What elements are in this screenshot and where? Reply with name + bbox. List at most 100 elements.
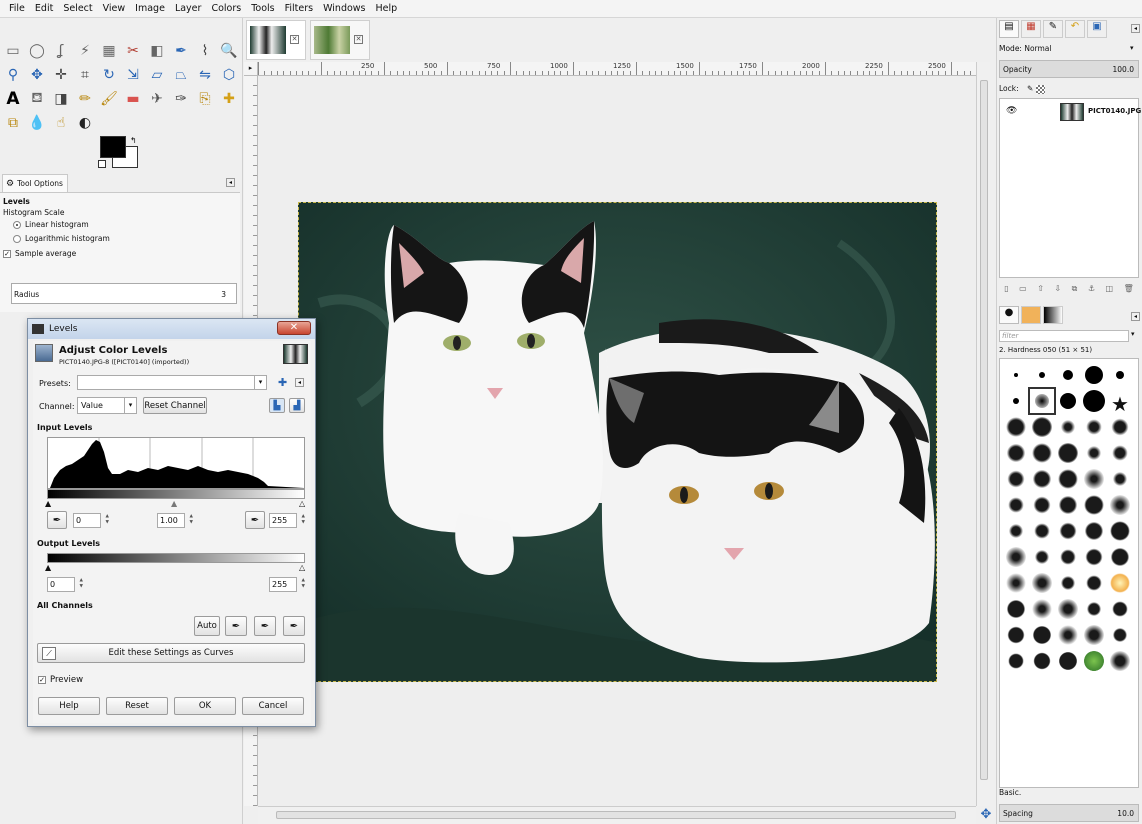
pick-gray-icon[interactable]: ✒ — [254, 616, 276, 636]
brush-item[interactable] — [1056, 493, 1080, 517]
white-point-picker-icon[interactable]: ✒ — [245, 511, 265, 529]
pick-white-icon[interactable]: ✒ — [283, 616, 305, 636]
brush-item[interactable] — [1004, 415, 1028, 439]
pick-black-icon[interactable]: ✒ — [225, 616, 247, 636]
brush-item[interactable] — [1030, 597, 1054, 621]
scrollbar-thumb[interactable] — [980, 80, 988, 780]
dropdown-arrow-icon[interactable]: ▾ — [254, 376, 266, 389]
presets-menu-icon[interactable]: ◂ — [295, 378, 304, 387]
lower-layer-icon[interactable]: ⇩ — [1054, 284, 1061, 298]
brush-item[interactable] — [1030, 493, 1054, 517]
menu-view[interactable]: View — [98, 0, 131, 18]
brush-item[interactable] — [1004, 389, 1028, 413]
input-low-spin[interactable]: 0 — [73, 513, 109, 528]
shear-icon[interactable]: ▱ — [146, 64, 168, 86]
fg-bg-colors[interactable]: ↰ — [98, 136, 142, 170]
brush-item[interactable] — [1004, 571, 1028, 595]
scissors-icon[interactable]: ✂ — [122, 40, 144, 62]
preview-checkbox[interactable]: ✓ — [38, 675, 46, 684]
scale-icon[interactable]: ⇲ — [122, 64, 144, 86]
brush-item[interactable] — [1030, 545, 1054, 569]
filter-dropdown-icon[interactable]: ▾ — [1131, 330, 1135, 338]
opacity-slider[interactable]: Opacity 100.0 — [999, 60, 1139, 78]
input-high-spin[interactable]: 255 — [269, 513, 305, 528]
brush-item[interactable] — [1056, 623, 1080, 647]
lock-pixels-icon[interactable]: ✎ — [1027, 84, 1033, 93]
brush-item[interactable] — [1004, 597, 1028, 621]
duplicate-layer-icon[interactable]: ⧉ — [1072, 284, 1078, 298]
cancel-button[interactable]: Cancel — [242, 697, 304, 715]
brush-item[interactable] — [1082, 441, 1106, 465]
channels-tab-icon[interactable]: ▦ — [1021, 20, 1041, 38]
perspective-clone-icon[interactable]: ⧉ — [2, 112, 24, 134]
brush-item[interactable] — [1082, 389, 1106, 413]
measure-icon[interactable]: ⚲ — [2, 64, 24, 86]
high-output-handle[interactable]: △ — [299, 563, 305, 572]
smudge-icon[interactable]: ☝ — [50, 112, 72, 134]
linear-radio[interactable] — [13, 221, 21, 229]
mask-layer-icon[interactable]: ◫ — [1106, 284, 1114, 298]
output-low-spin[interactable]: 0 — [47, 577, 83, 592]
brush-item[interactable] — [1082, 519, 1106, 543]
brush-item[interactable] — [1056, 363, 1080, 387]
brushes-tab-icon[interactable]: ● — [999, 306, 1019, 324]
spacing-slider[interactable]: Spacing 10.0 — [999, 804, 1139, 822]
brush-item[interactable] — [1108, 519, 1132, 543]
auto-button[interactable]: Auto — [194, 616, 220, 636]
brush-item[interactable] — [1108, 623, 1132, 647]
brush-item[interactable] — [1030, 415, 1054, 439]
brush-item[interactable] — [1082, 363, 1106, 387]
visibility-eye-icon[interactable]: 👁 — [1006, 106, 1017, 116]
crop-icon[interactable]: ⌗ — [74, 64, 96, 86]
ink-icon[interactable]: ✑ — [170, 88, 192, 110]
brush-filter-input[interactable]: filter — [999, 330, 1129, 342]
dialog-titlebar[interactable]: Levels — [28, 319, 315, 339]
menu-windows[interactable]: Windows — [318, 0, 370, 18]
brush-item[interactable] — [1004, 545, 1028, 569]
heal-icon[interactable]: ✚ — [218, 88, 240, 110]
lock-alpha-icon[interactable] — [1035, 84, 1045, 94]
mode-dropdown-icon[interactable]: ▾ — [1130, 44, 1134, 52]
brush-item[interactable] — [1082, 623, 1106, 647]
foreground-select-icon[interactable]: ◧ — [146, 40, 168, 62]
brush-item[interactable] — [1004, 649, 1028, 673]
delete-layer-icon[interactable]: 🗑 — [1124, 284, 1134, 298]
brush-item[interactable]: ★ — [1108, 389, 1132, 416]
brush-preset[interactable]: Basic. — [999, 788, 1139, 800]
brush-item[interactable] — [1004, 493, 1028, 517]
pencil-icon[interactable]: ✏ — [74, 88, 96, 110]
output-high-spin[interactable]: 255 — [269, 577, 305, 592]
vertical-scrollbar[interactable] — [976, 62, 990, 806]
brush-item[interactable] — [1082, 467, 1106, 491]
patterns-tab-icon[interactable] — [1021, 306, 1041, 324]
dodge-burn-icon[interactable]: ◐ — [74, 112, 96, 134]
horizontal-scrollbar[interactable] — [258, 806, 976, 824]
preview-option[interactable]: ✓ Preview — [38, 675, 83, 685]
log-radio[interactable] — [13, 235, 21, 243]
menu-edit[interactable]: Edit — [30, 0, 58, 18]
reset-channel-button[interactable]: Reset Channel — [143, 397, 207, 414]
layer-mode[interactable]: Mode: Normal — [999, 44, 1127, 56]
brush-item[interactable] — [1004, 363, 1028, 387]
reset-button[interactable]: Reset — [106, 697, 168, 715]
swap-colors-icon[interactable]: ↰ — [130, 136, 137, 145]
close-tab-icon[interactable]: ✕ — [354, 35, 363, 44]
brush-item[interactable] — [1030, 363, 1054, 387]
presets-combo[interactable]: ▾ — [77, 375, 267, 390]
brush-item[interactable] — [1082, 649, 1106, 673]
brush-item[interactable] — [1030, 649, 1054, 673]
new-layer-icon[interactable]: ▯ — [1004, 284, 1008, 298]
text-icon[interactable]: A — [2, 88, 24, 110]
brush-item[interactable] — [1030, 519, 1054, 543]
brush-item[interactable] — [1108, 649, 1132, 673]
layer-row[interactable]: 👁 PICT0140.JPG — [1000, 101, 1141, 123]
brush-item[interactable] — [1056, 519, 1080, 543]
blur-icon[interactable]: 💧 — [26, 112, 48, 134]
bucket-fill-icon[interactable]: ⛾ — [26, 88, 48, 110]
fuzzy-select-icon[interactable]: ⚡ — [74, 40, 96, 62]
menu-layer[interactable]: Layer — [170, 0, 207, 18]
edit-as-curves-button[interactable]: ⟋ Edit these Settings as Curves — [37, 643, 305, 663]
move-icon[interactable]: ✥ — [26, 64, 48, 86]
canvas-image[interactable] — [298, 202, 937, 682]
menu-tools[interactable]: Tools — [246, 0, 279, 18]
